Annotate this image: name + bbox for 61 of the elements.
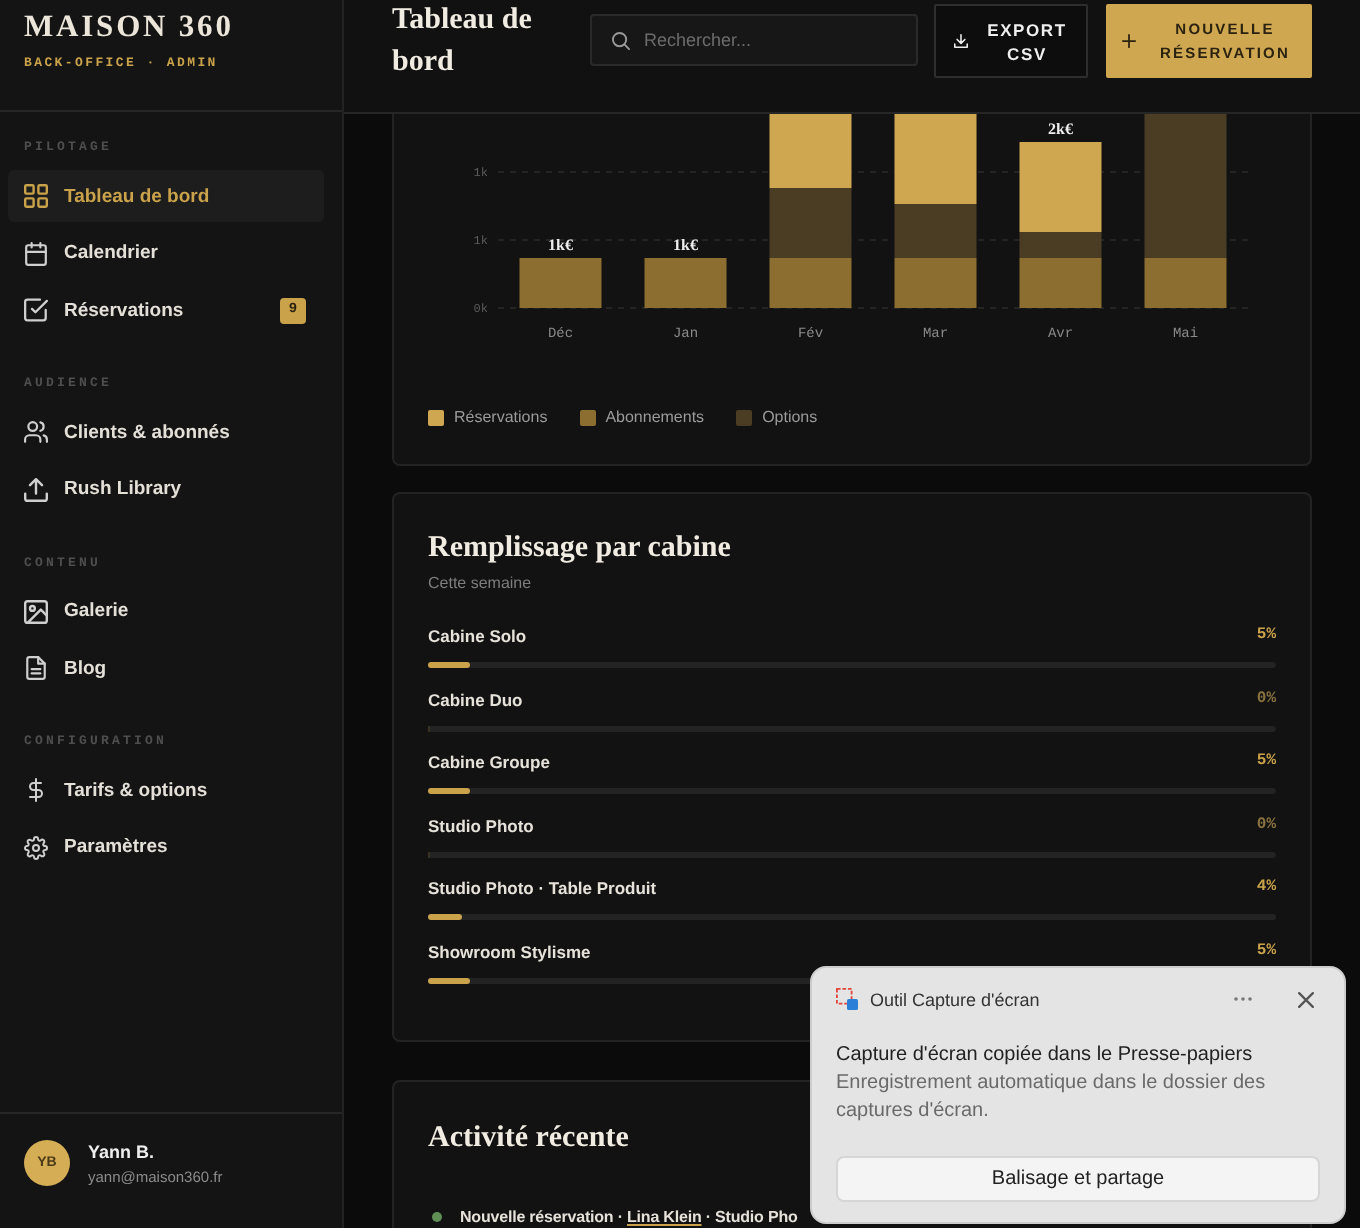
bar-value-label: 1k€	[673, 236, 698, 254]
nav-item[interactable]: Tarifs & options	[8, 764, 324, 816]
cabin-name: Cabine Duo	[428, 687, 523, 712]
user-name: Yann B.	[88, 1142, 157, 1164]
chart-bar	[644, 258, 727, 308]
plus-icon	[1122, 34, 1136, 48]
chart-bar	[769, 258, 852, 308]
checked-box-icon	[24, 298, 48, 322]
search-field[interactable]: Rechercher...	[590, 14, 918, 66]
occupancy-percent: 5%	[1256, 750, 1276, 775]
chart-bar	[894, 258, 977, 308]
occupancy-percent: 5%	[1256, 939, 1276, 964]
client-link[interactable]: Lina Klein	[627, 1207, 702, 1226]
chart-bar	[519, 258, 602, 308]
legend-label: Options	[762, 408, 818, 428]
download-icon	[953, 34, 967, 48]
image-icon	[24, 599, 48, 623]
calendar-icon	[24, 241, 48, 265]
notification-detail: Enregistrement automatique dans le dossier des captures d'écran.	[836, 1070, 1268, 1126]
nav-item[interactable]: Rush Library	[8, 463, 324, 515]
nav-item[interactable]: Paramètres	[8, 821, 324, 873]
bar-value-label: 1k€	[548, 236, 573, 254]
notification-action-button[interactable]: Balisage et partage	[836, 1156, 1320, 1202]
logo-text: MAISON 360	[24, 10, 236, 44]
search-icon	[612, 31, 630, 49]
more-icon[interactable]	[1234, 996, 1252, 1002]
notification-message: Capture d'écran copiée dans le Presse-papiers	[836, 1042, 1255, 1070]
card-title: Activité récente	[428, 1119, 631, 1156]
card-title: Remplissage par cabine	[428, 530, 733, 566]
export-button[interactable]: EXPORT CSV	[934, 4, 1088, 78]
crop-frame-icon	[836, 988, 858, 1010]
nav-item[interactable]: Calendrier	[8, 227, 324, 279]
people-icon	[24, 420, 48, 444]
chart-bar	[769, 188, 852, 258]
grid-icon	[24, 184, 48, 208]
occupancy-percent: 4%	[1256, 876, 1276, 901]
cabin-name: Studio Photo	[428, 813, 534, 838]
cabin-name: Cabine Solo	[428, 624, 527, 648]
nav-item[interactable]: Clients & abonnés	[8, 406, 324, 458]
occupancy-percent: 0%	[1256, 687, 1276, 712]
dollar-icon	[24, 778, 48, 802]
nav-item[interactable]: Tableau de bord	[8, 170, 324, 222]
notification-app-name: Outil Capture d'écran	[870, 987, 1042, 1011]
page-title: Tableau de bord	[392, 2, 534, 82]
close-icon[interactable]	[1298, 991, 1314, 1007]
chart-bar	[769, 114, 852, 188]
bar-value-label: 2k€	[1048, 120, 1073, 138]
document-icon	[24, 656, 48, 680]
legend-label: Abonnements	[605, 408, 705, 428]
cabin-name: Showroom Stylisme	[428, 939, 591, 964]
nav-item[interactable]: Blog	[8, 642, 324, 694]
cabin-name: Studio Photo · Table Produit	[428, 876, 657, 901]
settings-icon	[24, 835, 48, 859]
occupancy-percent: 5%	[1256, 624, 1276, 648]
upload-icon	[24, 477, 48, 501]
legend-label: Réservations	[454, 408, 548, 428]
occupancy-percent: 0%	[1256, 813, 1276, 838]
nav-item[interactable]: Galerie	[8, 585, 324, 637]
cabin-name: Cabine Groupe	[428, 750, 550, 775]
card-subtitle: Cette semaine	[428, 574, 534, 594]
activity-text: Nouvelle réservation · Lina Klein · Studio Pho	[460, 1207, 798, 1228]
